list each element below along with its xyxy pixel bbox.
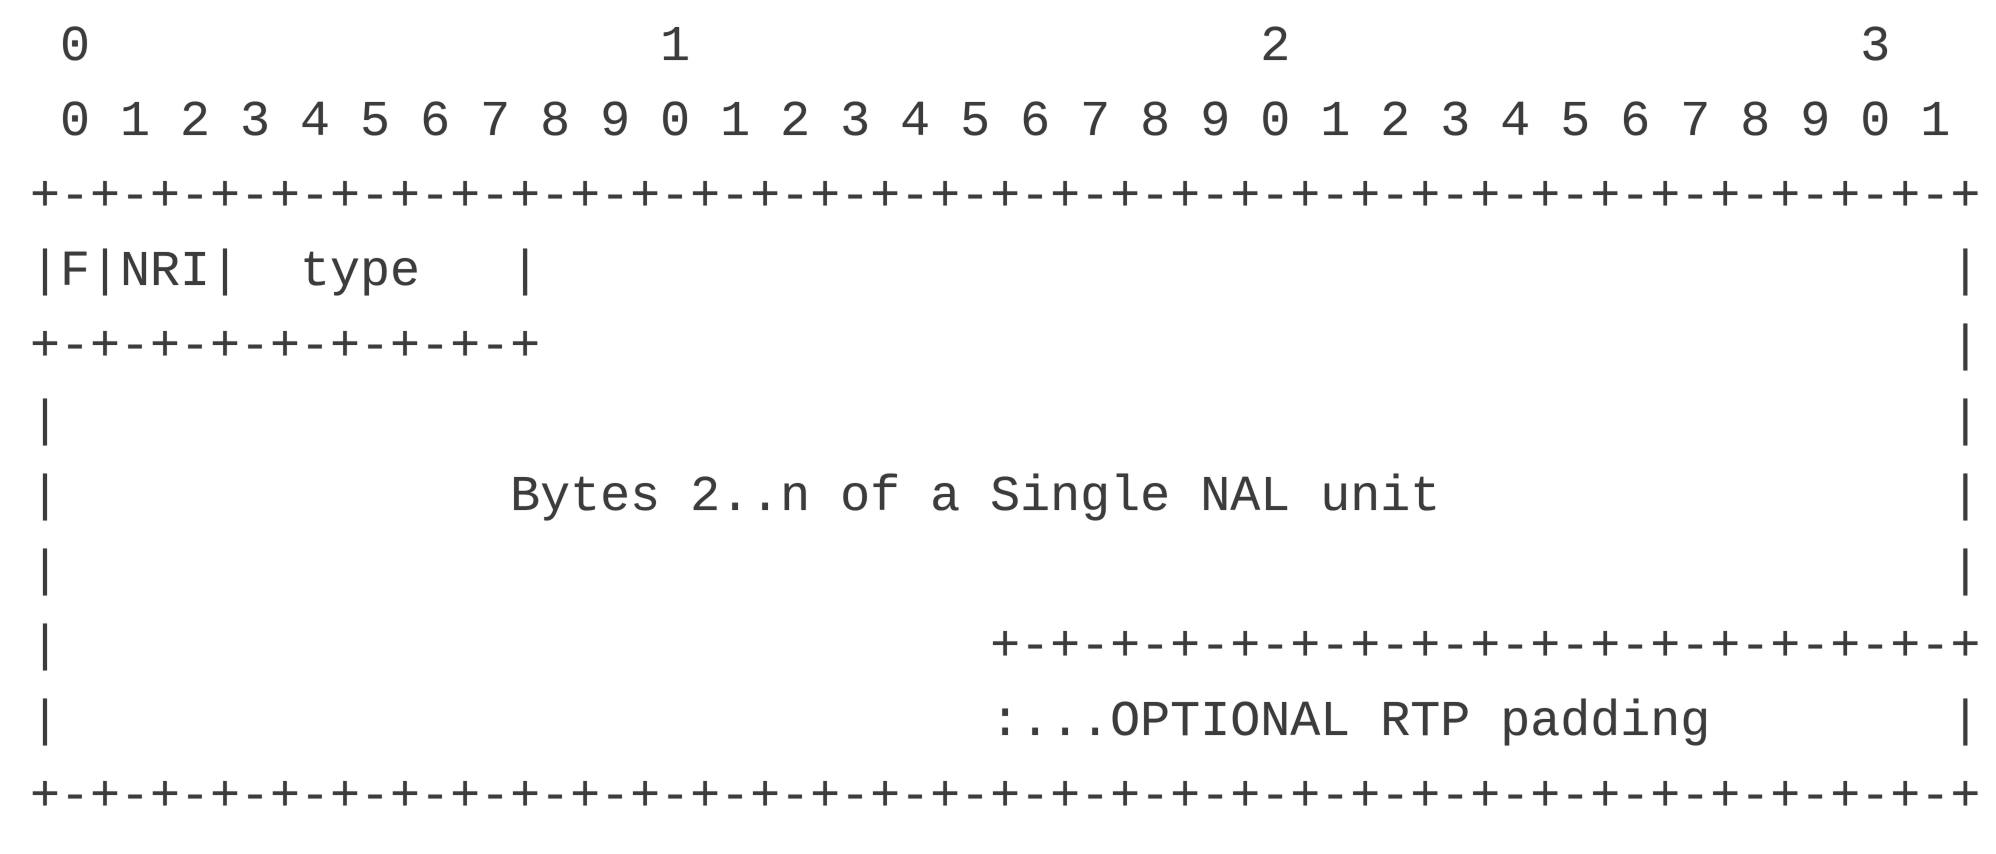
bit-index-row: 0 1 2 3 4 5 6 7 8 9 0 1 2 3 4 5 6 7 8 9 … bbox=[30, 94, 1951, 151]
bottom-border: +-+-+-+-+-+-+-+-+-+-+-+-+-+-+-+-+-+-+-+-… bbox=[30, 769, 1981, 826]
nal-header-fields-row: |F|NRI| type | | bbox=[30, 244, 1981, 301]
payload-row-blank: | | bbox=[30, 394, 1981, 451]
rtp-single-nal-unit-packet-diagram: 0 1 2 3 0 1 2 3 4 5 6 7 8 9 0 1 2 3 4 5 … bbox=[30, 10, 1980, 835]
top-border: +-+-+-+-+-+-+-+-+-+-+-+-+-+-+-+-+-+-+-+-… bbox=[30, 169, 1981, 226]
payload-row-blank: | | bbox=[30, 544, 1981, 601]
padding-label-row: | :...OPTIONAL RTP padding | bbox=[30, 694, 1981, 751]
nal-header-border: +-+-+-+-+-+-+-+-+ | bbox=[30, 319, 1981, 376]
payload-label-row: | Bytes 2..n of a Single NAL unit | bbox=[30, 469, 1981, 526]
octet-index-row: 0 1 2 3 bbox=[30, 19, 1891, 76]
padding-border: | +-+-+-+-+-+-+-+-+-+-+-+-+-+-+-+-+ bbox=[30, 619, 1981, 676]
